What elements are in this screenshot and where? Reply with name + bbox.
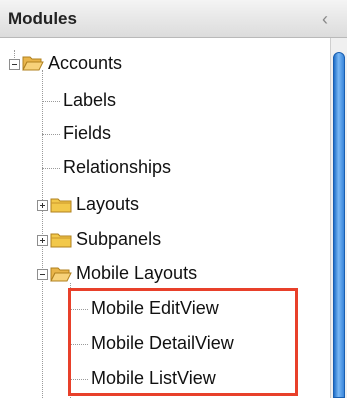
tree-item-layouts[interactable]: Layouts — [76, 189, 139, 219]
folder-icon — [50, 232, 72, 248]
expand-subpanels-icon[interactable] — [37, 235, 48, 246]
tree-item-label: Mobile EditView — [91, 297, 219, 318]
tree-item-accounts[interactable]: Accounts — [48, 48, 122, 78]
tree-item-label: Subpanels — [76, 228, 162, 249]
tree-item-relationships[interactable]: Relationships — [63, 152, 171, 182]
tree-item-fields[interactable]: Fields — [63, 118, 111, 148]
tree-item-label: Fields — [63, 122, 112, 143]
tree-item-mobile-detailview[interactable]: Mobile DetailView — [91, 328, 234, 358]
tree-guide — [70, 344, 88, 345]
module-tree: Accounts Labels Fields Relationships Lay… — [0, 38, 330, 398]
tree-item-label: Labels — [63, 89, 117, 110]
tree-item-mobile-editview[interactable]: Mobile EditView — [91, 293, 219, 323]
folder-icon — [50, 197, 72, 213]
tree-guide — [42, 168, 60, 169]
panel-header: Modules ‹ — [0, 0, 347, 38]
tree-guide — [42, 101, 60, 102]
collapse-accounts-icon[interactable] — [9, 59, 20, 70]
tree-item-label: Mobile Layouts — [76, 262, 198, 283]
scrollbar[interactable] — [330, 38, 347, 398]
tree-guide — [42, 134, 60, 135]
tree-item-mobile-listview[interactable]: Mobile ListView — [91, 363, 216, 393]
tree-item-label: Accounts — [48, 52, 123, 73]
tree-guide — [42, 70, 43, 398]
tree-item-label: Relationships — [63, 156, 172, 177]
tree-item-label: Mobile ListView — [91, 367, 216, 388]
tree-item-label: Layouts — [76, 193, 140, 214]
panel-title: Modules — [8, 9, 77, 28]
tree-item-mobile-layouts[interactable]: Mobile Layouts — [76, 258, 197, 288]
open-folder-icon — [50, 266, 72, 282]
collapse-mobile-layouts-icon[interactable] — [37, 269, 48, 280]
expand-layouts-icon[interactable] — [37, 200, 48, 211]
tree-guide — [70, 283, 71, 398]
open-folder-icon — [22, 55, 44, 71]
tree-item-label: Mobile DetailView — [91, 332, 234, 353]
tree-item-labels[interactable]: Labels — [63, 85, 116, 115]
tree-guide — [70, 309, 88, 310]
scrollbar-thumb[interactable] — [333, 52, 345, 398]
modules-panel: Modules ‹ Accounts Labels Fields Relatio… — [0, 0, 347, 398]
tree-guide — [70, 379, 88, 380]
tree-item-subpanels[interactable]: Subpanels — [76, 224, 161, 254]
collapse-panel-icon[interactable]: ‹ — [315, 8, 335, 30]
